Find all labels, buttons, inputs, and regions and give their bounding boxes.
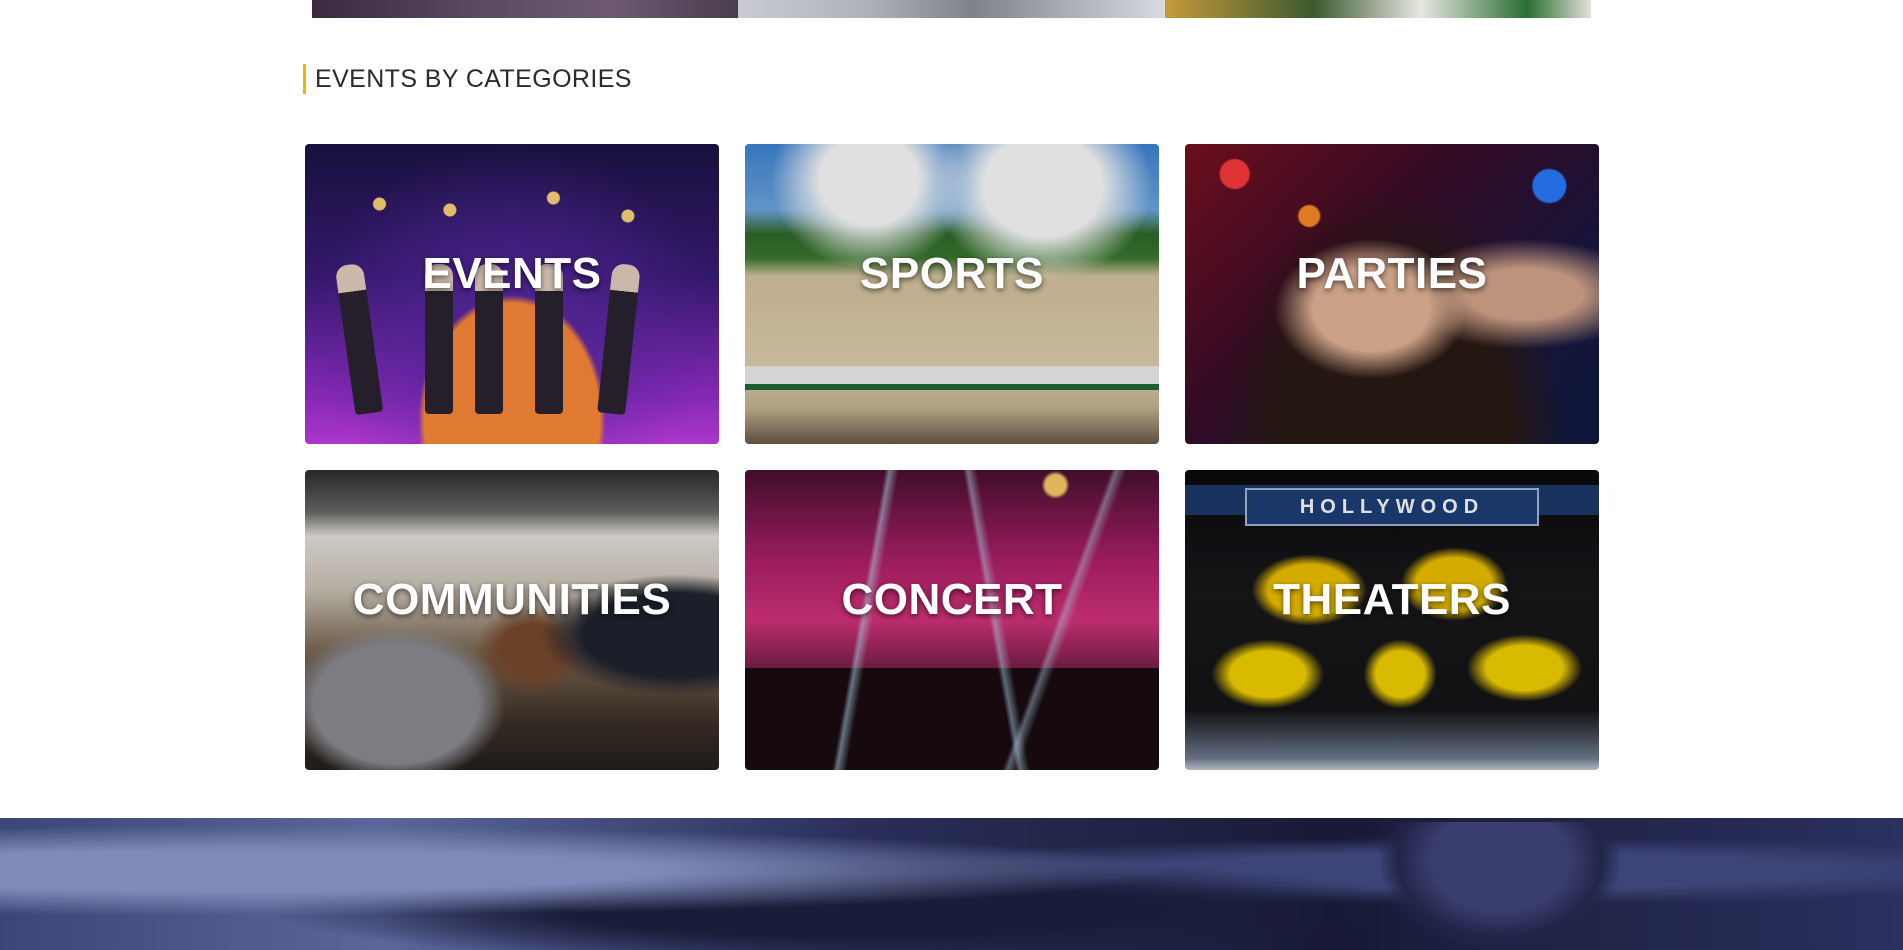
page: EVENTS BY CATEGORIES EVENTS SPORTS PARTI… xyxy=(0,0,1903,950)
heading-accent-bar xyxy=(303,64,306,94)
previous-section-image[interactable] xyxy=(312,0,739,18)
category-card-concert[interactable]: CONCERT xyxy=(745,470,1159,770)
section-title: EVENTS BY CATEGORIES xyxy=(315,64,632,93)
category-label: THEATERS xyxy=(1273,575,1511,624)
category-label: EVENTS xyxy=(422,249,602,298)
category-label: SPORTS xyxy=(860,249,1044,298)
category-label: CONCERT xyxy=(841,575,1063,624)
banner-performer-silhouette xyxy=(1380,822,1620,950)
category-card-sports[interactable]: SPORTS xyxy=(745,144,1159,444)
section-heading: EVENTS BY CATEGORIES xyxy=(303,64,632,94)
category-card-events[interactable]: EVENTS xyxy=(305,144,719,444)
previous-section-image[interactable] xyxy=(738,0,1165,18)
previous-section-image[interactable] xyxy=(1164,0,1591,18)
category-card-communities[interactable]: COMMUNITIES xyxy=(305,470,719,770)
category-card-parties[interactable]: PARTIES xyxy=(1185,144,1599,444)
category-grid: EVENTS SPORTS PARTIES COMMUNITIES CONCER… xyxy=(305,144,1599,770)
category-label: PARTIES xyxy=(1296,249,1488,298)
category-card-theaters[interactable]: HOLLYWOOD THEATERS xyxy=(1185,470,1599,770)
previous-section-image-strip xyxy=(312,0,1591,18)
category-label: COMMUNITIES xyxy=(352,575,672,624)
